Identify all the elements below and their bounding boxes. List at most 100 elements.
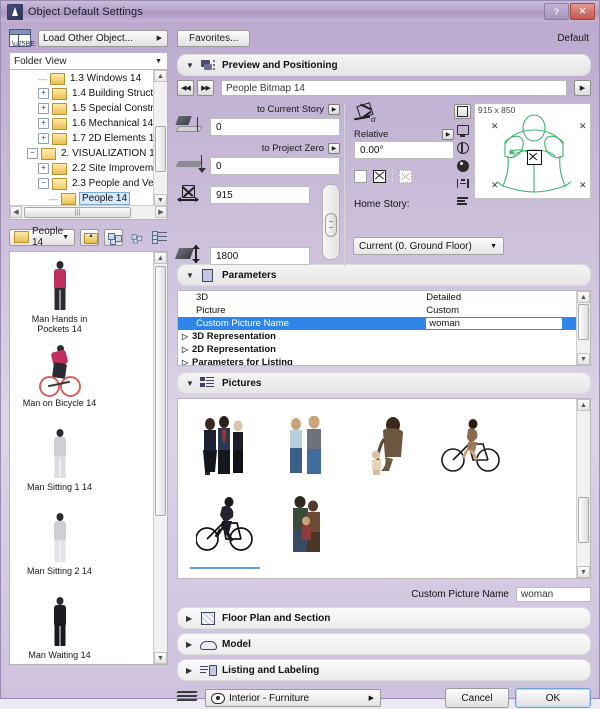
parameter-row[interactable]: Picture Custom bbox=[178, 304, 576, 317]
section-header-preview-and-positioning[interactable]: ▼ Preview and Positioning bbox=[177, 54, 591, 76]
object-grid-item[interactable]: Man Sitting 1 14 bbox=[14, 424, 105, 508]
small-icons-view-button[interactable] bbox=[128, 229, 147, 246]
home-story-dropdown[interactable]: Current (0. Ground Floor) ▼ bbox=[353, 237, 504, 255]
parameter-row[interactable]: Custom Picture Name woman bbox=[178, 317, 576, 330]
twisty-closed-icon[interactable]: ▶ bbox=[186, 666, 194, 675]
to-current-story-input[interactable]: 0 bbox=[210, 118, 340, 136]
object-name-popup-button[interactable]: ▶ bbox=[574, 80, 591, 96]
pen-set-icon[interactable] bbox=[176, 691, 199, 705]
tree-item[interactable]: — 1.3 Windows 14 bbox=[10, 71, 154, 86]
tree-item[interactable]: +1.7 2D Elements 14 bbox=[10, 131, 154, 146]
ok-button[interactable]: OK bbox=[515, 688, 591, 708]
tree-horizontal-scrollbar[interactable]: ◀ ||| ▶ bbox=[10, 205, 167, 219]
picture-item[interactable] bbox=[184, 485, 266, 569]
picture-item[interactable] bbox=[430, 407, 512, 485]
parameter-row[interactable]: ▷ 2D Representation bbox=[178, 343, 576, 356]
help-button[interactable]: ? bbox=[544, 3, 569, 20]
scroll-thumb[interactable] bbox=[578, 497, 589, 543]
scroll-thumb-horizontal[interactable]: ||| bbox=[24, 207, 131, 218]
list-view-button[interactable] bbox=[152, 231, 168, 244]
preview-2d-symbol-button[interactable] bbox=[454, 104, 471, 119]
to-project-zero-popup-icon[interactable]: ▶ bbox=[328, 143, 340, 154]
slider-knob[interactable] bbox=[325, 213, 337, 237]
object-grid-item[interactable]: Man Waiting 14 bbox=[14, 592, 105, 664]
tree-item[interactable]: − 2.3 People and Vehicles 1 bbox=[10, 176, 154, 191]
to-project-zero-input[interactable]: 0 bbox=[210, 157, 340, 175]
mirror-normal-button[interactable] bbox=[373, 169, 386, 183]
twisty-open-icon[interactable]: ▼ bbox=[186, 61, 194, 70]
picture-item[interactable] bbox=[348, 407, 430, 485]
favorites-button[interactable]: Favorites... bbox=[177, 29, 251, 47]
mirror-checkbox[interactable] bbox=[354, 169, 367, 183]
scroll-thumb[interactable] bbox=[155, 266, 166, 516]
preview-axonometry-button[interactable] bbox=[454, 140, 471, 155]
tree-expander-icon[interactable]: + bbox=[38, 88, 49, 99]
parameter-value[interactable]: woman bbox=[426, 318, 562, 329]
tree-item[interactable]: — People 14 bbox=[10, 191, 154, 206]
picture-item[interactable] bbox=[184, 407, 266, 485]
scroll-up-arrow[interactable]: ▲ bbox=[154, 252, 167, 264]
picture-item[interactable] bbox=[266, 485, 348, 563]
close-button[interactable]: ✕ bbox=[570, 3, 595, 20]
section-header-floor-plan-and-section[interactable]: ▶ Floor Plan and Section bbox=[177, 607, 591, 629]
load-other-object-dropdown[interactable]: Load Other Object... ▶ bbox=[38, 29, 168, 47]
object-name-field[interactable]: People Bitmap 14 bbox=[221, 80, 567, 96]
preview-description-button[interactable] bbox=[454, 194, 471, 209]
scroll-down-arrow[interactable]: ▼ bbox=[154, 652, 167, 664]
previous-object-button[interactable]: ◀◀ bbox=[177, 80, 194, 96]
preview-elevation-button[interactable] bbox=[454, 176, 471, 191]
twisty-closed-icon[interactable]: ▶ bbox=[186, 640, 194, 649]
parameter-row[interactable]: ▷ Parameters for Listing bbox=[178, 356, 576, 365]
tree-expander-icon[interactable]: + bbox=[38, 133, 49, 144]
tree-expander-icon[interactable]: + bbox=[38, 103, 49, 114]
rotation-popup-icon[interactable]: ▶ bbox=[442, 129, 454, 140]
tree-item[interactable]: +1.5 Special Constructions bbox=[10, 101, 154, 116]
custom-picture-name-input[interactable]: woman bbox=[516, 586, 591, 602]
mirror-flipped-button[interactable] bbox=[399, 169, 412, 183]
tree-vertical-scrollbar[interactable]: ▲ ▼ bbox=[153, 70, 167, 206]
expander-icon[interactable]: ▷ bbox=[182, 358, 192, 365]
cancel-button[interactable]: Cancel bbox=[445, 688, 509, 708]
to-current-story-popup-icon[interactable]: ▶ bbox=[328, 104, 340, 115]
section-header-pictures[interactable]: ▼ Pictures bbox=[177, 372, 591, 394]
tree-item[interactable]: +1.6 Mechanical 14 bbox=[10, 116, 154, 131]
preview-3d-view-button[interactable] bbox=[454, 122, 471, 137]
picture-item[interactable] bbox=[266, 407, 348, 485]
parameter-row[interactable]: 3D Detailed bbox=[178, 291, 576, 304]
current-folder-dropdown[interactable]: People 14 ▼ bbox=[9, 226, 75, 248]
next-object-button[interactable]: ▶▶ bbox=[197, 80, 214, 96]
scroll-up-arrow[interactable]: ▲ bbox=[154, 70, 167, 82]
parameter-row[interactable]: ▷ 3D Representation bbox=[178, 330, 576, 343]
tree-expander-icon[interactable]: + bbox=[38, 118, 49, 129]
tree-expander-icon[interactable]: + bbox=[38, 163, 49, 174]
pictures-scrollbar[interactable]: ▲ ▼ bbox=[576, 399, 590, 578]
scroll-up-arrow[interactable]: ▲ bbox=[577, 291, 590, 303]
scroll-thumb[interactable] bbox=[155, 126, 166, 172]
object-grid-scrollbar[interactable]: ▲ ▼ bbox=[153, 252, 167, 664]
tree-expander-icon[interactable]: − bbox=[27, 148, 38, 159]
library-tree[interactable]: — 1.3 Windows 14 +1.4 Building Structures … bbox=[10, 70, 154, 206]
object-preview-pane[interactable]: 915 x 850 ✕ ✕ ✕ ✕ bbox=[474, 103, 591, 199]
rotation-input[interactable]: 0.00° bbox=[354, 141, 454, 159]
scroll-thumb[interactable] bbox=[578, 304, 589, 340]
scroll-up-arrow[interactable]: ▲ bbox=[577, 399, 590, 411]
twisty-open-icon[interactable]: ▼ bbox=[186, 271, 194, 280]
section-header-model[interactable]: ▶ Model bbox=[177, 633, 591, 655]
folder-view-dropdown[interactable]: Folder View ▼ bbox=[9, 53, 168, 70]
go-up-folder-button[interactable] bbox=[80, 228, 99, 246]
scroll-left-arrow[interactable]: ◀ bbox=[10, 206, 22, 218]
object-subtype-icon[interactable]: \u25BE bbox=[9, 29, 35, 48]
object-grid-item[interactable]: Man on Bicycle 14 bbox=[14, 340, 105, 424]
object-grid-item[interactable]: Man Sitting 2 14 bbox=[14, 508, 105, 592]
tree-item[interactable]: +1.4 Building Structures 14 bbox=[10, 86, 154, 101]
parameter-value[interactable]: Detailed bbox=[426, 292, 576, 303]
height-input[interactable]: 1800 bbox=[210, 247, 310, 265]
scroll-right-arrow[interactable]: ▶ bbox=[155, 206, 167, 218]
scroll-down-arrow[interactable]: ▼ bbox=[577, 566, 590, 578]
tree-item[interactable]: − 2. VISUALIZATION 14 bbox=[10, 146, 154, 161]
scroll-down-arrow[interactable]: ▼ bbox=[577, 353, 590, 365]
twisty-open-icon[interactable]: ▼ bbox=[186, 379, 194, 388]
size-proportion-slider[interactable] bbox=[322, 184, 340, 260]
parameters-rows[interactable]: 3D Detailed Picture Custom Custom Picture Na… bbox=[178, 291, 576, 365]
tree-item[interactable]: +2.2 Site Improvements 14 bbox=[10, 161, 154, 176]
